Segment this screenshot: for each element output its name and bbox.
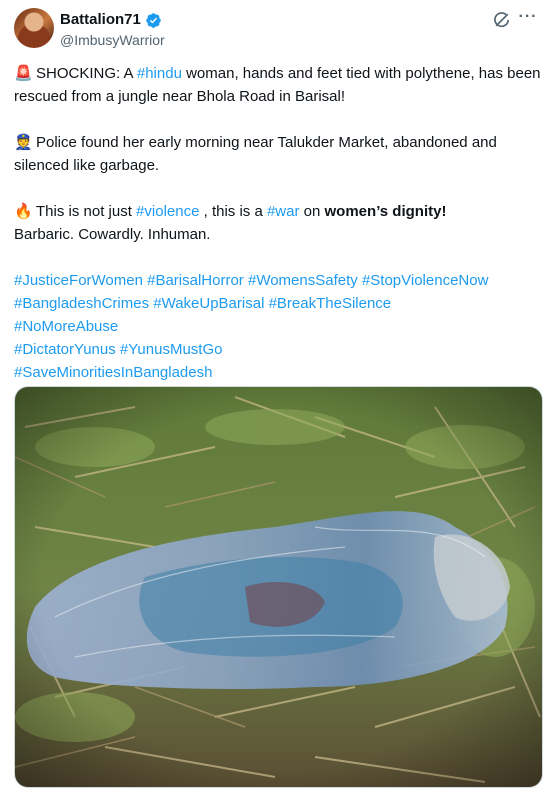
grok-icon[interactable] (492, 10, 512, 30)
text-segment: , this is a (199, 203, 267, 220)
hashtag-link[interactable]: #YunusMustGo (120, 341, 223, 358)
handle[interactable]: @ImbusyWarrior (60, 30, 165, 50)
hashtag-link[interactable]: #DictatorYunus (14, 341, 116, 358)
text-segment: Barbaric. Cowardly. Inhuman. (14, 226, 211, 243)
hashtag-link[interactable]: #NoMoreAbuse (14, 318, 118, 335)
display-name-row: Battalion71 (60, 10, 165, 30)
display-name[interactable]: Battalion71 (60, 10, 141, 30)
hashtag-link[interactable]: #WakeUpBarisal (153, 295, 264, 312)
tweet-text: 🚨 SHOCKING: A #hindu woman, hands and fee… (14, 62, 542, 384)
text-bold: women’s dignity! (324, 203, 447, 220)
hashtag-link[interactable]: #StopViolenceNow (362, 272, 488, 289)
hashtag-link[interactable]: #hindu (137, 65, 182, 82)
text-segment: This is not just (36, 203, 137, 220)
verified-badge-icon (146, 12, 161, 28)
hashtag-link[interactable]: #war (267, 203, 300, 220)
author-names: Battalion71 @ImbusyWarrior (60, 10, 165, 50)
photo-illustration (15, 387, 542, 787)
paragraph-violence: 🔥 This is not just #violence , this is a … (14, 200, 542, 246)
tweet: Battalion71 @ImbusyWarrior ··· 🚨 SHOCKING… (0, 0, 552, 792)
paragraph-shocking: 🚨 SHOCKING: A #hindu woman, hands and fee… (14, 62, 542, 108)
hashtag-link[interactable]: #JusticeForWomen (14, 272, 143, 289)
fire-icon: 🔥 (14, 203, 33, 220)
police-officer-icon: 👮 (14, 134, 33, 151)
hashtag-link[interactable]: #WomensSafety (248, 272, 358, 289)
hashtag-link[interactable]: #BreakTheSilence (269, 295, 392, 312)
text-segment: Police found her early morning near Talu… (14, 134, 497, 174)
hashtag-link[interactable]: #BarisalHorror (147, 272, 244, 289)
hashtag-block: #JusticeForWomen #BarisalHorror #WomensS… (14, 269, 542, 384)
avatar[interactable] (14, 8, 54, 48)
hashtag-link[interactable]: #SaveMinoritiesInBangladesh (14, 364, 212, 381)
hashtag-link[interactable]: #violence (136, 203, 199, 220)
hashtag-link[interactable]: #BangladeshCrimes (14, 295, 149, 312)
text-segment: SHOCKING: A (36, 65, 137, 82)
attached-photo[interactable] (14, 386, 543, 788)
paragraph-police: 👮 Police found her early morning near Tal… (14, 131, 542, 177)
more-options-icon[interactable]: ··· (518, 8, 538, 28)
siren-icon: 🚨 (14, 65, 33, 82)
tweet-header: Battalion71 @ImbusyWarrior ··· (14, 8, 538, 56)
text-segment: on (299, 203, 325, 220)
